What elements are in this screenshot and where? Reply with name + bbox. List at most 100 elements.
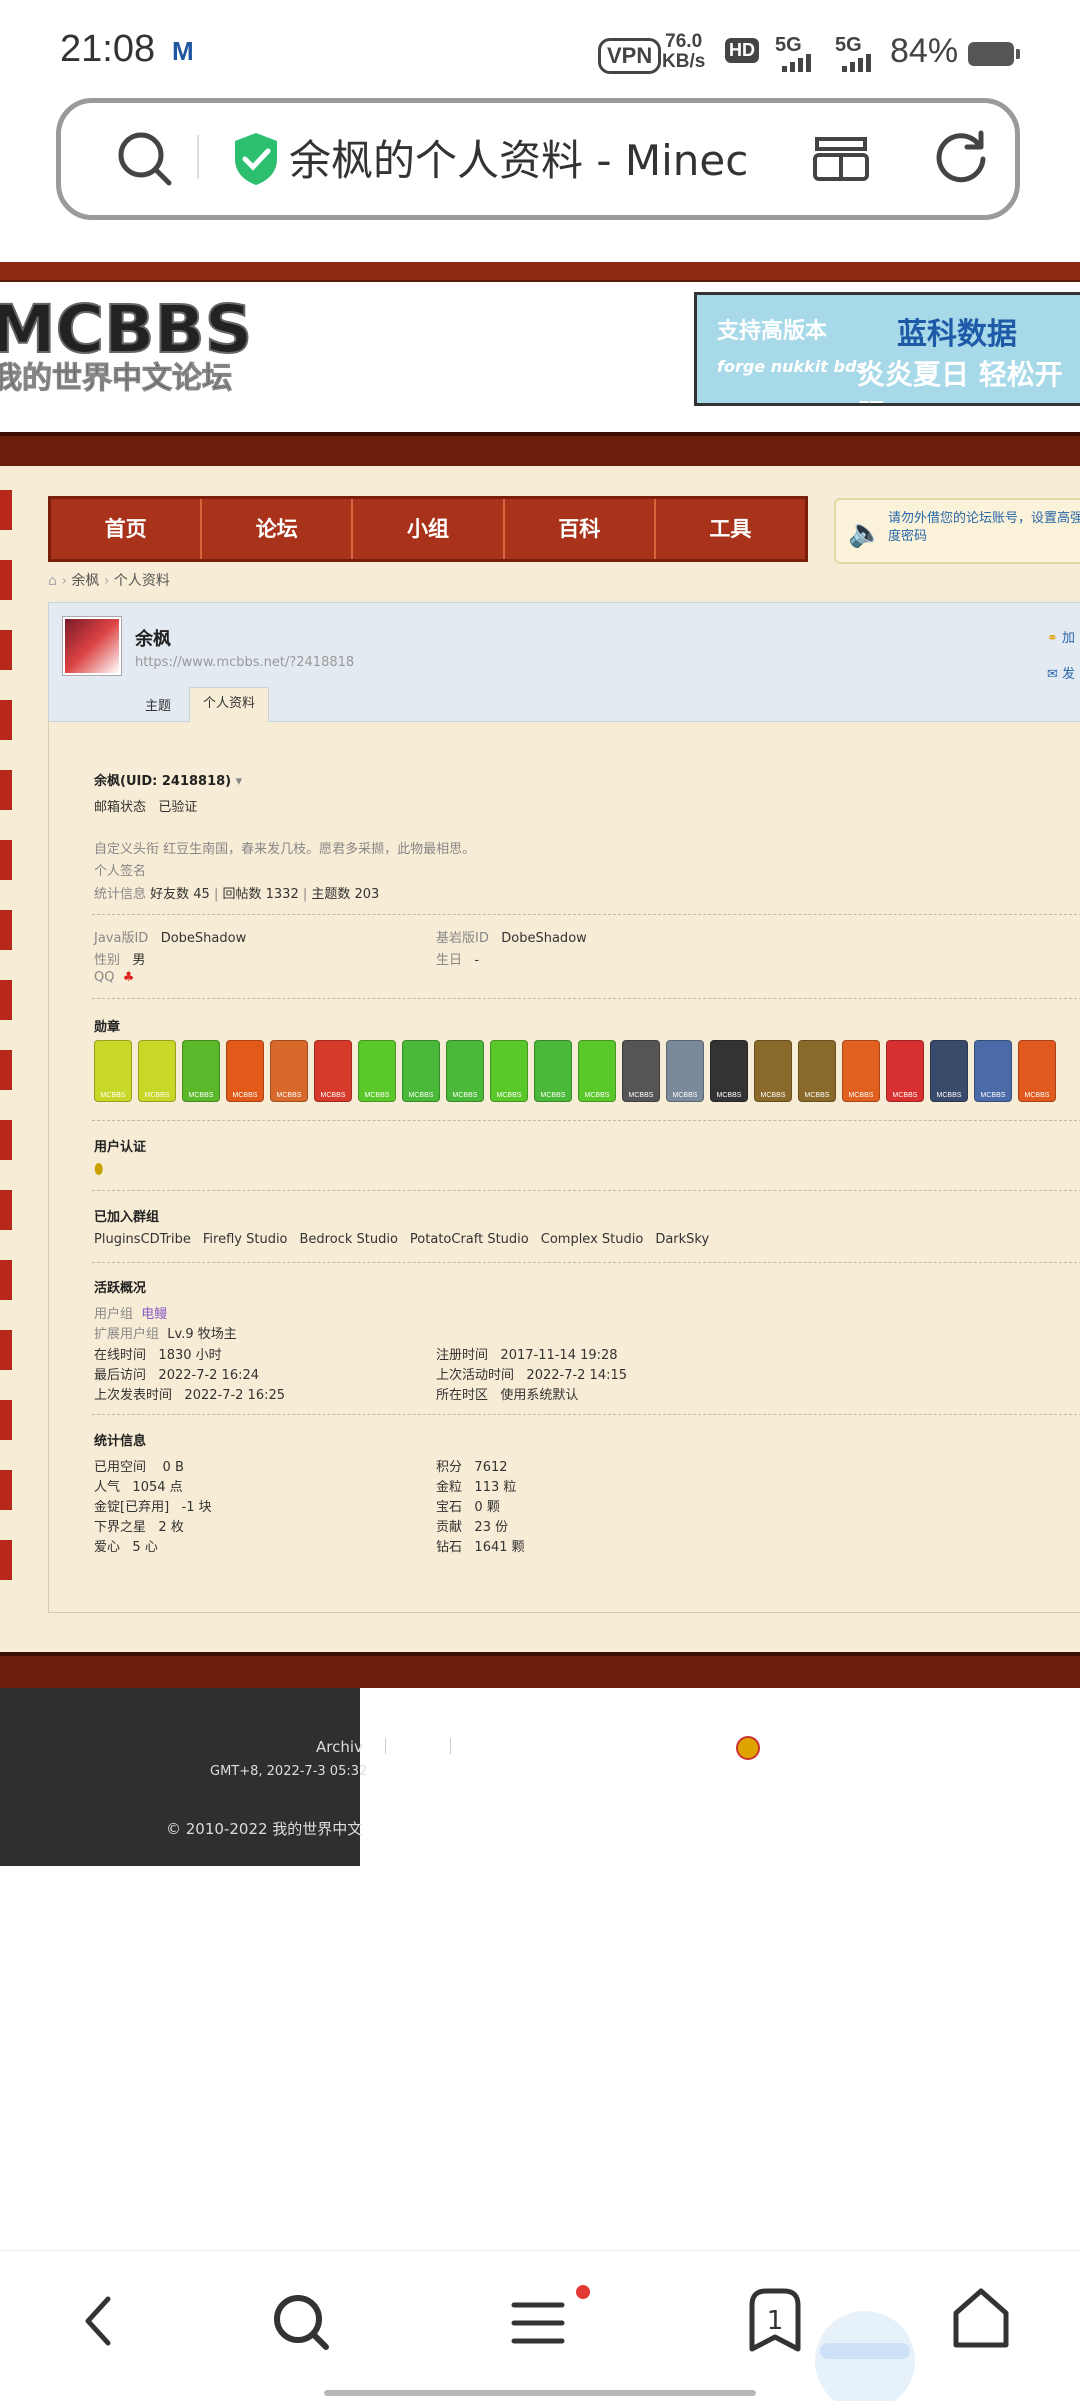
medal-icon[interactable] bbox=[974, 1040, 1012, 1102]
divider bbox=[92, 998, 1080, 999]
police-badge-icon[interactable] bbox=[736, 1736, 760, 1760]
tab-profile[interactable]: 个人资料 bbox=[189, 687, 269, 722]
address-bar[interactable]: 余枫的个人资料 - Minec bbox=[56, 98, 1020, 220]
medal-icon[interactable] bbox=[710, 1040, 748, 1102]
medal-icon[interactable] bbox=[358, 1040, 396, 1102]
medal-icon[interactable] bbox=[402, 1040, 440, 1102]
add-friend-button[interactable]: ⚭ 加 bbox=[1047, 621, 1075, 657]
divider bbox=[92, 914, 1080, 915]
footer-strip bbox=[0, 1652, 1080, 1688]
search-icon[interactable] bbox=[270, 2291, 334, 2355]
nav-forum[interactable]: 论坛 bbox=[202, 499, 354, 559]
svg-text:1: 1 bbox=[767, 2306, 784, 2336]
medal-icon[interactable] bbox=[226, 1040, 264, 1102]
java-id: Java版ID DobeShadow bbox=[94, 931, 247, 946]
last-post: 上次发表时间 2022-7-2 16:25 bbox=[94, 1388, 286, 1403]
activity-heading: 活跃概况 bbox=[94, 1281, 147, 1296]
header-bottom-strip bbox=[0, 432, 1080, 466]
nav-tools[interactable]: 工具 bbox=[656, 499, 805, 559]
back-icon[interactable] bbox=[74, 2291, 124, 2351]
footer-archive-link[interactable]: Archiv bbox=[316, 1738, 363, 1756]
divider bbox=[197, 135, 199, 179]
nav-wiki[interactable]: 百科 bbox=[505, 499, 656, 559]
usergroup-link[interactable]: 电鳗 bbox=[141, 1307, 167, 1322]
medal-icon[interactable] bbox=[94, 1040, 132, 1102]
verified-badge-icon[interactable]: ⬮ bbox=[94, 1160, 103, 1178]
incognito-icon[interactable] bbox=[811, 129, 871, 189]
points: 积分 7612 bbox=[436, 1460, 508, 1475]
breadcrumb: ⌂ › 余枫 › 个人资料 bbox=[48, 573, 170, 589]
space-used: 已用空间 0 B bbox=[94, 1460, 184, 1475]
birthday: 生日 - bbox=[436, 953, 480, 968]
friends-count[interactable]: 好友数 45 bbox=[150, 887, 210, 902]
clock: 21:08 bbox=[60, 28, 156, 70]
statistics-heading: 统计信息 bbox=[94, 1434, 147, 1449]
last-visit: 最后访问 2022-7-2 16:24 bbox=[94, 1368, 260, 1383]
medal-icon[interactable] bbox=[1018, 1040, 1056, 1102]
site-logo[interactable]: MCBBS 我的世界中文论坛 bbox=[0, 290, 260, 400]
ext-usergroup: 扩展用户组 Lv.9 牧场主 bbox=[94, 1327, 237, 1342]
custom-title: 自定义头衔 红豆生南国，春来发几枝。愿君多采撷，此物最相思。 bbox=[94, 842, 476, 857]
send-message-button[interactable]: ✉ 发 bbox=[1047, 657, 1075, 693]
medal-icon[interactable] bbox=[754, 1040, 792, 1102]
medal-icon[interactable] bbox=[842, 1040, 880, 1102]
group-link[interactable]: PotatoCraft Studio bbox=[410, 1232, 529, 1247]
divider bbox=[92, 1190, 1080, 1191]
qq-icon[interactable]: ♣ bbox=[123, 970, 135, 985]
group-link[interactable]: PluginsCDTribe bbox=[94, 1232, 191, 1247]
medal-icon[interactable] bbox=[886, 1040, 924, 1102]
nether-stars: 下界之星 2 枚 bbox=[94, 1520, 184, 1535]
email-status: 邮箱状态 已验证 bbox=[94, 800, 198, 815]
medal-icon[interactable] bbox=[798, 1040, 836, 1102]
battery-icon bbox=[968, 42, 1014, 66]
register-time: 注册时间 2017-11-14 19:28 bbox=[436, 1348, 618, 1363]
medal-icon[interactable] bbox=[446, 1040, 484, 1102]
medal-icon[interactable] bbox=[182, 1040, 220, 1102]
medal-icon[interactable] bbox=[930, 1040, 968, 1102]
group-link[interactable]: Bedrock Studio bbox=[300, 1232, 398, 1247]
love: 爱心 5 心 bbox=[94, 1540, 158, 1555]
avatar[interactable] bbox=[63, 617, 121, 675]
replies-count[interactable]: 回帖数 1332 bbox=[223, 887, 299, 902]
hd-icon: HD bbox=[725, 38, 759, 63]
reload-icon[interactable] bbox=[929, 125, 993, 189]
banner-line-4: 炎炎夏日 轻松开服 bbox=[857, 358, 1063, 403]
profile-url[interactable]: https://www.mcbbs.net/?2418818 bbox=[135, 655, 354, 670]
menu-icon[interactable] bbox=[510, 2295, 566, 2351]
medals-list bbox=[94, 1040, 1056, 1102]
signal-icon bbox=[782, 52, 811, 72]
signature-label: 个人签名 bbox=[94, 864, 147, 879]
medal-icon[interactable] bbox=[490, 1040, 528, 1102]
nav-home[interactable]: 首页 bbox=[51, 499, 203, 559]
medal-icon[interactable] bbox=[666, 1040, 704, 1102]
svg-text:MCBBS: MCBBS bbox=[0, 291, 252, 368]
header-top-strip bbox=[0, 262, 1080, 284]
group-link[interactable]: DarkSky bbox=[655, 1232, 709, 1247]
medal-icon[interactable] bbox=[270, 1040, 308, 1102]
left-border-decoration bbox=[0, 490, 12, 1580]
nav-groups[interactable]: 小组 bbox=[353, 499, 505, 559]
medal-icon[interactable] bbox=[314, 1040, 352, 1102]
home-icon[interactable]: ⌂ bbox=[48, 573, 57, 589]
medal-icon[interactable] bbox=[138, 1040, 176, 1102]
topics-count[interactable]: 主题数 203 bbox=[311, 887, 379, 902]
home-indicator[interactable] bbox=[324, 2390, 756, 2396]
tabs-icon[interactable]: 1 bbox=[746, 2285, 804, 2355]
assistant-mascot-icon[interactable] bbox=[800, 2291, 930, 2401]
ad-banner[interactable]: 支持高版本 蓝科数据 forge nukkit bds 炎炎夏日 轻松开服 bbox=[694, 292, 1080, 406]
footer-time: GMT+8, 2022-7-3 05:32 bbox=[210, 1764, 368, 1779]
tab-topics[interactable]: 主题 bbox=[145, 695, 171, 714]
group-link[interactable]: Firefly Studio bbox=[203, 1232, 288, 1247]
search-icon[interactable] bbox=[109, 123, 181, 195]
medal-icon[interactable] bbox=[578, 1040, 616, 1102]
page-title[interactable]: 余枫的个人资料 - Minec bbox=[289, 127, 789, 188]
medal-icon[interactable] bbox=[622, 1040, 660, 1102]
home-icon[interactable] bbox=[950, 2285, 1012, 2351]
vpn-badge: VPN bbox=[598, 38, 662, 74]
medal-icon[interactable] bbox=[534, 1040, 572, 1102]
breadcrumb-user[interactable]: 余枫 bbox=[71, 573, 99, 589]
medals-heading: 勋章 bbox=[94, 1020, 121, 1035]
group-link[interactable]: Complex Studio bbox=[541, 1232, 644, 1247]
online-time: 在线时间 1830 小时 bbox=[94, 1348, 222, 1363]
browser-bottom-bar: 1 bbox=[0, 2250, 1080, 2401]
